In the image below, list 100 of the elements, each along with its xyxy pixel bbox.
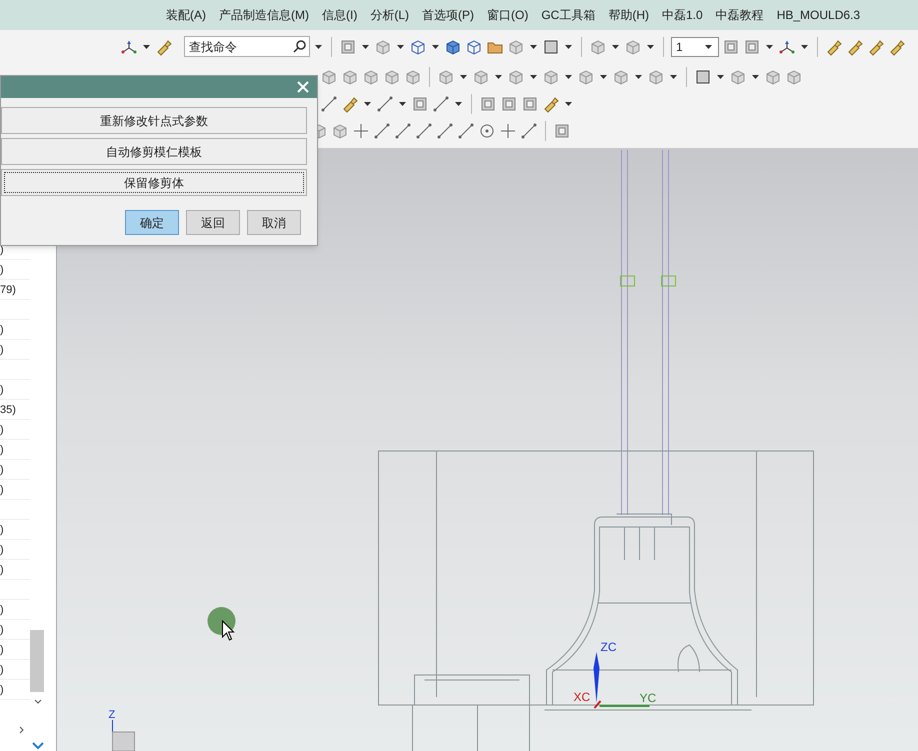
- dropdown-caret-icon[interactable]: [612, 44, 619, 48]
- dialog-button[interactable]: 取消: [247, 210, 301, 235]
- line-icon[interactable]: [415, 122, 433, 140]
- line-icon[interactable]: [520, 122, 538, 140]
- search-icon[interactable]: [293, 39, 307, 53]
- dropdown-caret-icon[interactable]: [143, 44, 150, 48]
- navigator-row[interactable]: ): [0, 420, 30, 440]
- dropdown-caret-icon[interactable]: [705, 44, 712, 48]
- dropdown-caret-icon[interactable]: [432, 44, 439, 48]
- navigator-row[interactable]: ): [0, 320, 30, 340]
- option-button[interactable]: 重新修改针点式参数: [1, 107, 307, 134]
- dropdown-caret-icon[interactable]: [362, 44, 369, 48]
- menu-item[interactable]: 产品制造信息(M): [219, 6, 309, 24]
- dropdown-caret-icon[interactable]: [752, 74, 759, 78]
- solid-icon[interactable]: [764, 68, 782, 86]
- solid-icon[interactable]: [729, 68, 747, 86]
- dropdown-caret-icon[interactable]: [766, 44, 773, 48]
- scrollbar-thumb[interactable]: [30, 630, 44, 692]
- solid-icon[interactable]: [341, 68, 359, 86]
- navigator-row[interactable]: ): [0, 460, 30, 480]
- dropdown-caret-icon[interactable]: [647, 44, 654, 48]
- line-icon[interactable]: [432, 94, 450, 112]
- square-icon[interactable]: [542, 38, 560, 56]
- solid-icon[interactable]: [437, 68, 455, 86]
- solid-icon[interactable]: [507, 38, 525, 56]
- dropdown-caret-icon[interactable]: [397, 44, 404, 48]
- solid-icon[interactable]: [589, 38, 607, 56]
- navigator-row[interactable]: ): [0, 440, 30, 460]
- dropdown-caret-icon[interactable]: [565, 102, 572, 106]
- menu-item[interactable]: 信息(I): [322, 6, 358, 24]
- option-button[interactable]: 自动修剪模仁模板: [1, 138, 307, 165]
- solid-icon[interactable]: [785, 68, 803, 86]
- line-icon[interactable]: [457, 122, 475, 140]
- solid-icon[interactable]: [542, 68, 560, 86]
- navigator-row[interactable]: ): [0, 260, 30, 280]
- line-icon[interactable]: [394, 122, 412, 140]
- dropdown-caret-icon[interactable]: [670, 74, 677, 78]
- menu-item[interactable]: 中磊教程: [716, 6, 764, 24]
- navigator-row[interactable]: ): [0, 520, 30, 540]
- navigator-row[interactable]: ): [0, 560, 30, 580]
- navigator-row[interactable]: 35): [0, 400, 30, 420]
- dropdown-caret-icon[interactable]: [455, 102, 462, 106]
- line-icon[interactable]: [376, 94, 394, 112]
- tool-icon[interactable]: [155, 38, 173, 56]
- circle-icon[interactable]: [478, 122, 496, 140]
- menu-item[interactable]: 装配(A): [166, 6, 206, 24]
- tool-icon[interactable]: [867, 38, 885, 56]
- dropdown-caret-icon[interactable]: [565, 74, 572, 78]
- navigator-row[interactable]: ): [0, 540, 30, 560]
- dropdown-caret-icon[interactable]: [399, 102, 406, 106]
- scroll-right-icon[interactable]: [19, 726, 25, 734]
- menu-item[interactable]: 帮助(H): [608, 6, 649, 24]
- dropdown-caret-icon[interactable]: [460, 74, 467, 78]
- dropdown-caret-icon[interactable]: [717, 74, 724, 78]
- solid-icon[interactable]: [577, 68, 595, 86]
- solid-icon[interactable]: [472, 68, 490, 86]
- menu-item[interactable]: HB_MOULD6.3: [776, 6, 860, 24]
- dropdown-caret-icon[interactable]: [495, 74, 502, 78]
- chevron-down-icon[interactable]: [32, 742, 44, 750]
- search-field[interactable]: 查找命令: [184, 36, 310, 57]
- solid-icon[interactable]: [404, 68, 422, 86]
- solid-icon[interactable]: [362, 68, 380, 86]
- wire-cube-icon[interactable]: [465, 38, 483, 56]
- tool-icon[interactable]: [542, 94, 560, 112]
- tool-icon[interactable]: [846, 38, 864, 56]
- solid-icon[interactable]: [612, 68, 630, 86]
- navigator-row[interactable]: ): [0, 380, 30, 400]
- close-icon[interactable]: [297, 81, 309, 93]
- dropdown-caret-icon[interactable]: [364, 102, 371, 106]
- menu-item[interactable]: 首选项(P): [422, 6, 474, 24]
- navigator-row[interactable]: 79): [0, 280, 30, 300]
- dialog-button[interactable]: 返回: [186, 210, 240, 235]
- solid-icon[interactable]: [331, 122, 349, 140]
- menu-item[interactable]: 分析(L): [370, 6, 409, 24]
- menu-item[interactable]: GC工具箱: [541, 6, 596, 24]
- plus-icon[interactable]: [352, 122, 370, 140]
- square-icon[interactable]: [694, 68, 712, 86]
- dropdown-caret-icon[interactable]: [600, 74, 607, 78]
- dropdown-caret-icon[interactable]: [801, 44, 808, 48]
- menu-item[interactable]: 窗口(O): [487, 6, 528, 24]
- solid-icon[interactable]: [320, 68, 338, 86]
- line-icon[interactable]: [320, 94, 338, 112]
- dropdown-caret-icon[interactable]: [565, 44, 572, 48]
- line-icon[interactable]: [373, 122, 391, 140]
- dropdown-caret-icon[interactable]: [530, 74, 537, 78]
- dropdown-caret-icon[interactable]: [530, 44, 537, 48]
- dialog-button[interactable]: 确定: [125, 210, 179, 235]
- plus-icon[interactable]: [499, 122, 517, 140]
- navigator-row[interactable]: ): [0, 480, 30, 500]
- solid-icon[interactable]: [624, 38, 642, 56]
- tool-icon[interactable]: [825, 38, 843, 56]
- navigator-row[interactable]: ): [0, 340, 30, 360]
- option-button[interactable]: 保留修剪体: [1, 169, 307, 196]
- layer-select[interactable]: 1: [671, 36, 719, 56]
- solid-icon[interactable]: [383, 68, 401, 86]
- dropdown-caret-icon[interactable]: [315, 44, 322, 48]
- wire-cube-icon[interactable]: [409, 38, 427, 56]
- tool-icon[interactable]: [341, 94, 359, 112]
- cube-icon[interactable]: [444, 38, 462, 56]
- dropdown-caret-icon[interactable]: [635, 74, 642, 78]
